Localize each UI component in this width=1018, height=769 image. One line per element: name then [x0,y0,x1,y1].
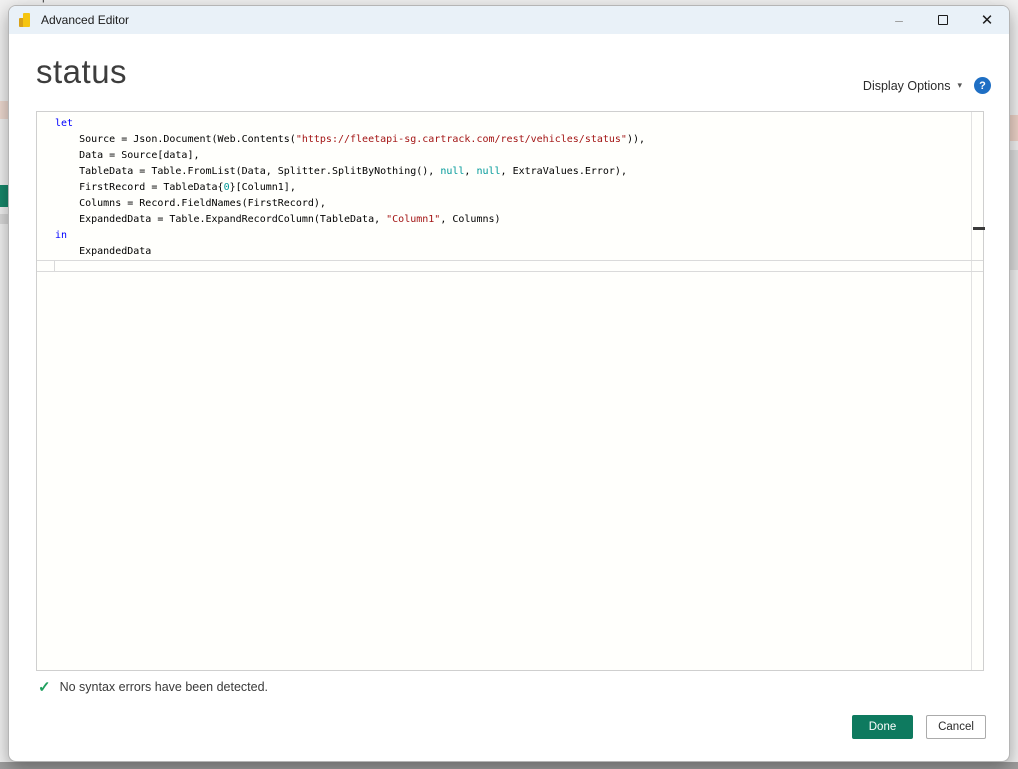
background-app-sliver [1010,150,1018,270]
chevron-down-icon: ▾ [957,80,962,91]
minimize-icon[interactable]: – [877,6,921,34]
active-line-highlight [37,260,983,272]
background-app-sliver [0,762,1018,769]
background-app-sliver [0,185,8,207]
done-button[interactable]: Done [852,715,913,739]
display-options-dropdown[interactable]: Display Options ▾ [863,79,962,93]
code-line: FirstRecord = TableData{0}[Column1], [55,180,969,196]
code-content[interactable]: let Source = Json.Document(Web.Contents(… [37,112,969,260]
code-line: TableData = Table.FromList(Data, Splitte… [55,164,969,180]
code-line: Data = Source[data], [55,148,969,164]
cancel-button[interactable]: Cancel [926,715,986,739]
background-app-sliver [0,214,8,224]
advanced-editor-dialog: Advanced Editor – ✕ status Display Optio… [8,5,1010,762]
editor-scrollbar-thumb[interactable] [973,227,985,230]
query-name-title: status [36,53,127,91]
help-icon[interactable]: ? [974,77,991,94]
background-app-sliver [0,101,8,119]
code-editor[interactable]: let Source = Json.Document(Web.Contents(… [36,111,984,671]
syntax-status: ✓ No syntax errors have been detected. [38,678,268,696]
code-line: Source = Json.Document(Web.Contents("htt… [55,132,969,148]
code-line: ExpandedData = Table.ExpandRecordColumn(… [55,212,969,228]
code-line: let [55,116,969,132]
background-app-sliver [1010,115,1018,141]
close-icon[interactable]: ✕ [965,6,1009,34]
display-options-label: Display Options [863,79,951,93]
checkmark-icon: ✓ [38,678,51,696]
maximize-icon[interactable] [921,6,965,34]
code-line: Columns = Record.FieldNames(FirstRecord)… [55,196,969,212]
powerbi-logo-icon [19,13,33,27]
editor-scrollbar-track [971,112,972,670]
dialog-title: Advanced Editor [41,13,129,27]
code-line: in [55,228,969,244]
code-line: ExpandedData [55,244,969,260]
screen: Help Advanced Editor – ✕ status Display … [0,0,1018,769]
dialog-titlebar: Advanced Editor – ✕ [9,6,1009,34]
syntax-status-message: No syntax errors have been detected. [60,680,268,694]
